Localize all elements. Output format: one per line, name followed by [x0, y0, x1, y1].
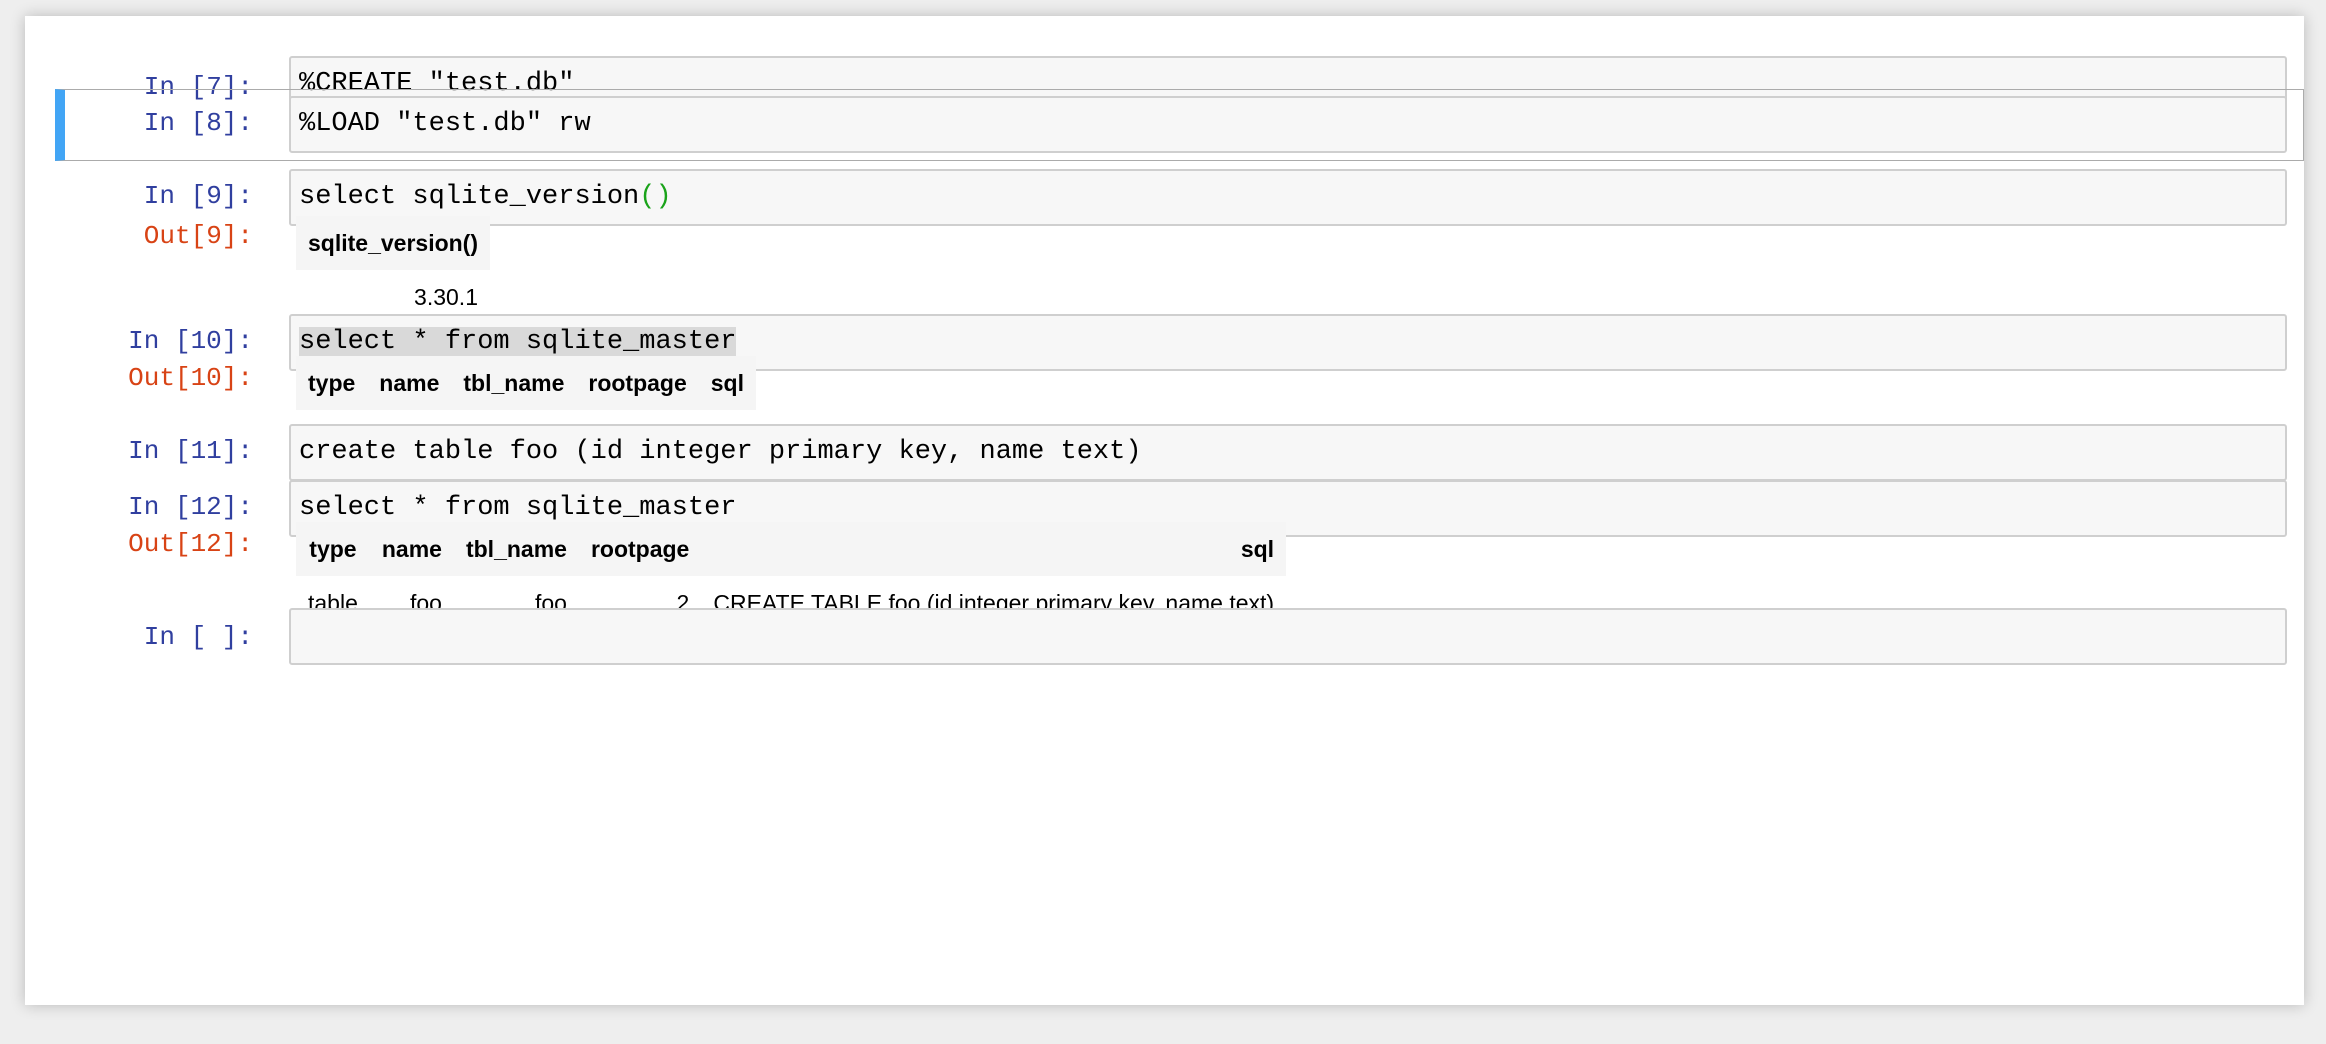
input-prompt: In [11]:	[128, 436, 253, 466]
column-header-name: name	[369, 522, 454, 576]
table-header-row: sqlite_version()	[296, 216, 490, 270]
code-input[interactable]: select sqlite_version()	[289, 169, 2287, 226]
code-cell-10[interactable]: In [10]: select * from sqlite_master Out…	[55, 314, 2301, 410]
output-prompt: Out[10]:	[128, 363, 253, 393]
column-header-sql: sql	[698, 356, 756, 410]
table-header-row: type name tbl_name rootpage sql	[296, 356, 756, 410]
column-header-rootpage: rootpage	[578, 522, 702, 576]
table-header-row: type name tbl_name rootpage sql	[296, 522, 1287, 576]
column-header-name: name	[367, 356, 452, 410]
notebook-container: In [7]: %CREATE "test.db" In [8]: %LOAD …	[25, 16, 2304, 1005]
code-input-empty[interactable]	[289, 608, 2287, 665]
input-prompt: In [8]:	[143, 108, 253, 138]
column-header-rootpage: rootpage	[576, 356, 699, 410]
column-header-type: type	[296, 522, 370, 576]
column-header: sqlite_version()	[296, 216, 490, 270]
input-prompt: In [10]:	[128, 326, 253, 356]
code-input[interactable]: %LOAD "test.db" rw	[289, 96, 2287, 153]
code-cell-11[interactable]: In [11]: create table foo (id integer pr…	[55, 424, 2301, 484]
column-header-tbl-name: tbl_name	[453, 522, 579, 576]
column-header-sql: sql	[701, 522, 1287, 576]
column-header-tbl-name: tbl_name	[451, 356, 577, 410]
output-prompt: Out[9]:	[143, 221, 253, 251]
output-table: type name tbl_name rootpage sql	[296, 356, 756, 410]
output-prompt: Out[12]:	[128, 529, 253, 559]
code-input[interactable]: create table foo (id integer primary key…	[289, 424, 2287, 481]
code-cell-empty[interactable]: In [ ]:	[55, 608, 2301, 668]
output-table: sqlite_version() 3.30.1	[296, 216, 490, 324]
code-cell-12[interactable]: In [12]: select * from sqlite_master Out…	[55, 480, 2301, 616]
column-header-type: type	[296, 356, 368, 410]
code-text-highlighted: select * from sqlite_master	[299, 327, 737, 357]
input-prompt: In [12]:	[128, 492, 253, 522]
input-prompt: In [ ]:	[143, 622, 253, 652]
code-text: select sqlite_version	[299, 182, 640, 212]
input-prompt: In [9]:	[143, 181, 253, 211]
code-cell-8-selected[interactable]: In [8]: %LOAD "test.db" rw	[55, 89, 2304, 161]
code-paren: ()	[639, 182, 672, 212]
code-cell-9[interactable]: In [9]: select sqlite_version() Out[9]: …	[55, 169, 2301, 310]
